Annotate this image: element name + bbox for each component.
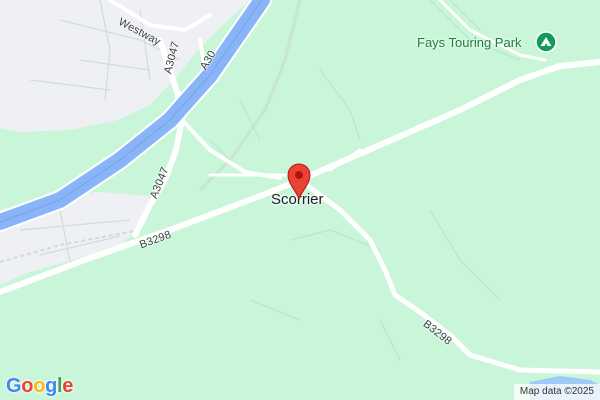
campground-icon[interactable] bbox=[535, 31, 557, 53]
logo-letter: G bbox=[6, 375, 22, 397]
logo-letter: o bbox=[21, 375, 34, 397]
logo-letter: e bbox=[62, 375, 74, 397]
logo-letter: o bbox=[33, 375, 46, 397]
logo-letter: g bbox=[45, 375, 58, 397]
field-tracks bbox=[209, 0, 521, 361]
google-logo[interactable]: Google bbox=[6, 375, 73, 398]
poi-label[interactable]: Fays Touring Park bbox=[417, 35, 522, 50]
map-canvas[interactable]: Westway A3047 A30 A3047 B3298 B3298 Fays… bbox=[0, 0, 600, 400]
map-attribution[interactable]: Map data ©2025 bbox=[513, 384, 600, 400]
map-pin-icon[interactable] bbox=[286, 162, 312, 201]
